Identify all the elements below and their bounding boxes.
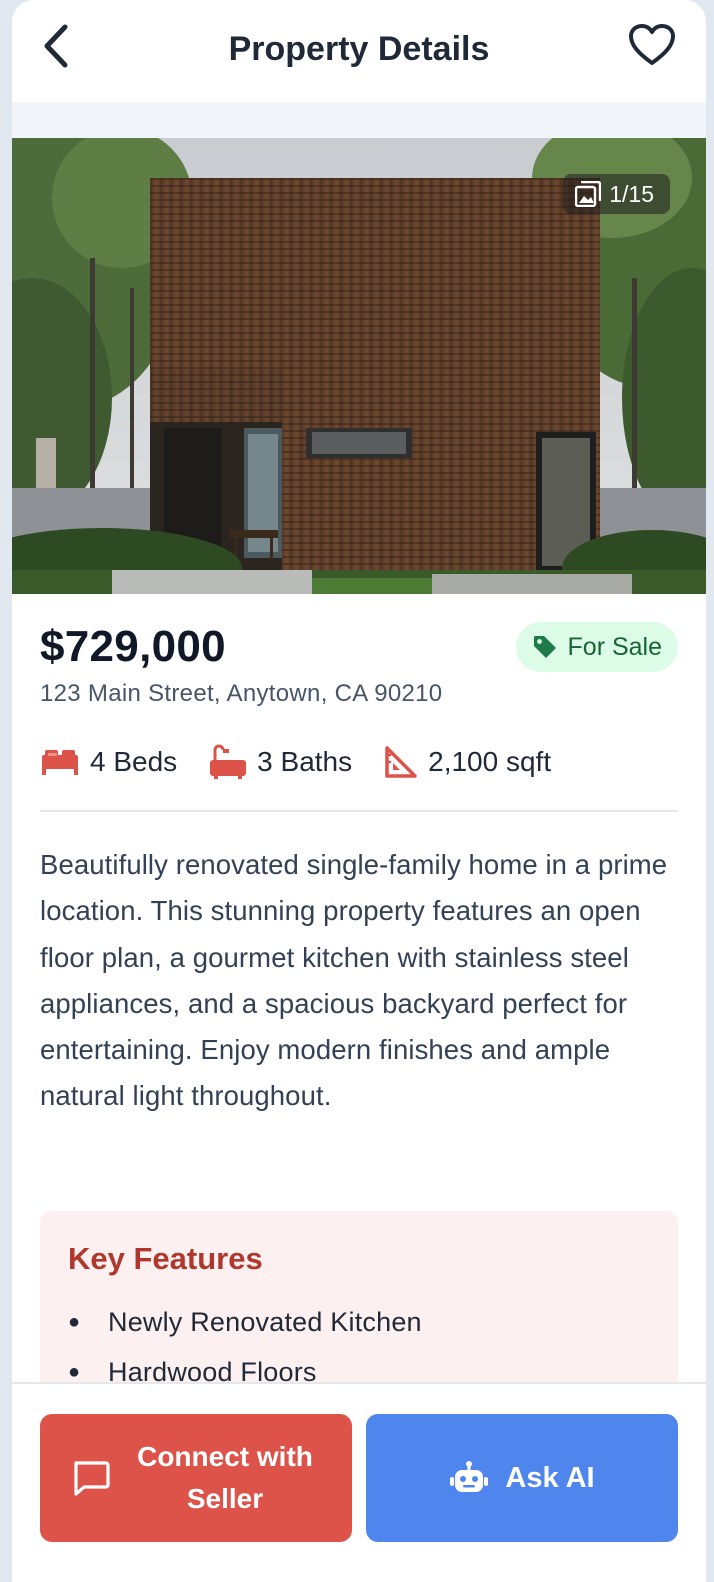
stat-area-label: 2,100 sqft bbox=[428, 746, 552, 777]
property-description: Beautifully renovated single-family home… bbox=[40, 849, 668, 1112]
bed-icon bbox=[42, 750, 78, 775]
tag-icon bbox=[533, 636, 556, 658]
feature-item: ● Newly Renovated Kitchen bbox=[68, 1297, 650, 1347]
phone-screen: Property Details 1/15 $729,000 For Sale … bbox=[12, 0, 706, 1582]
status-badge: For Sale bbox=[515, 622, 678, 672]
listing-price: $729,000 bbox=[40, 622, 226, 671]
feature-item-label: Newly Renovated Kitchen bbox=[108, 1306, 422, 1337]
image-stack-icon bbox=[575, 181, 602, 207]
connect-with-seller-button[interactable]: Connect with Seller bbox=[40, 1414, 352, 1542]
listing-details: $729,000 For Sale 123 Main Street, Anyto… bbox=[40, 594, 678, 1120]
back-button[interactable] bbox=[38, 22, 74, 70]
price-row: $729,000 For Sale bbox=[40, 622, 678, 672]
bullet-icon: ● bbox=[68, 1360, 81, 1383]
status-badge-label: For Sale bbox=[567, 632, 662, 661]
ask-ai-button-label: Ask AI bbox=[505, 1461, 595, 1494]
chat-bubble-icon bbox=[74, 1461, 110, 1496]
ruler-triangle-icon bbox=[385, 746, 417, 778]
stat-baths: 3 Baths bbox=[209, 744, 352, 780]
photo-counter: 1/15 bbox=[563, 174, 670, 214]
bottom-action-bar: Connect with Seller Ask AI bbox=[12, 1382, 706, 1582]
stat-beds: 4 Beds bbox=[40, 746, 177, 778]
section-divider bbox=[40, 810, 678, 812]
robot-icon bbox=[450, 1461, 489, 1492]
listing-address: 123 Main Street, Anytown, CA 90210 bbox=[40, 680, 443, 707]
photo-counter-text: 1/15 bbox=[609, 180, 654, 207]
key-features-title: Key Features bbox=[68, 1241, 263, 1276]
bathtub-icon bbox=[210, 744, 247, 779]
header-spacer bbox=[12, 102, 706, 138]
bullet-icon: ● bbox=[68, 1310, 81, 1333]
chevron-left-icon bbox=[44, 24, 68, 68]
favorite-button[interactable] bbox=[626, 20, 678, 70]
connect-button-label: Connect with Seller bbox=[137, 1441, 313, 1514]
ask-ai-button[interactable]: Ask AI bbox=[366, 1414, 678, 1542]
top-app-bar: Property Details bbox=[12, 0, 706, 102]
property-stats: 4 Beds 3 Baths 2,100 sqft bbox=[40, 744, 678, 780]
stat-beds-label: 4 Beds bbox=[90, 746, 178, 777]
stat-area: 2,100 sqft bbox=[384, 745, 551, 779]
property-photo[interactable]: 1/15 bbox=[12, 138, 706, 594]
page-title: Property Details bbox=[228, 29, 490, 68]
heart-outline-icon bbox=[629, 24, 675, 65]
stat-baths-label: 3 Baths bbox=[257, 746, 353, 777]
